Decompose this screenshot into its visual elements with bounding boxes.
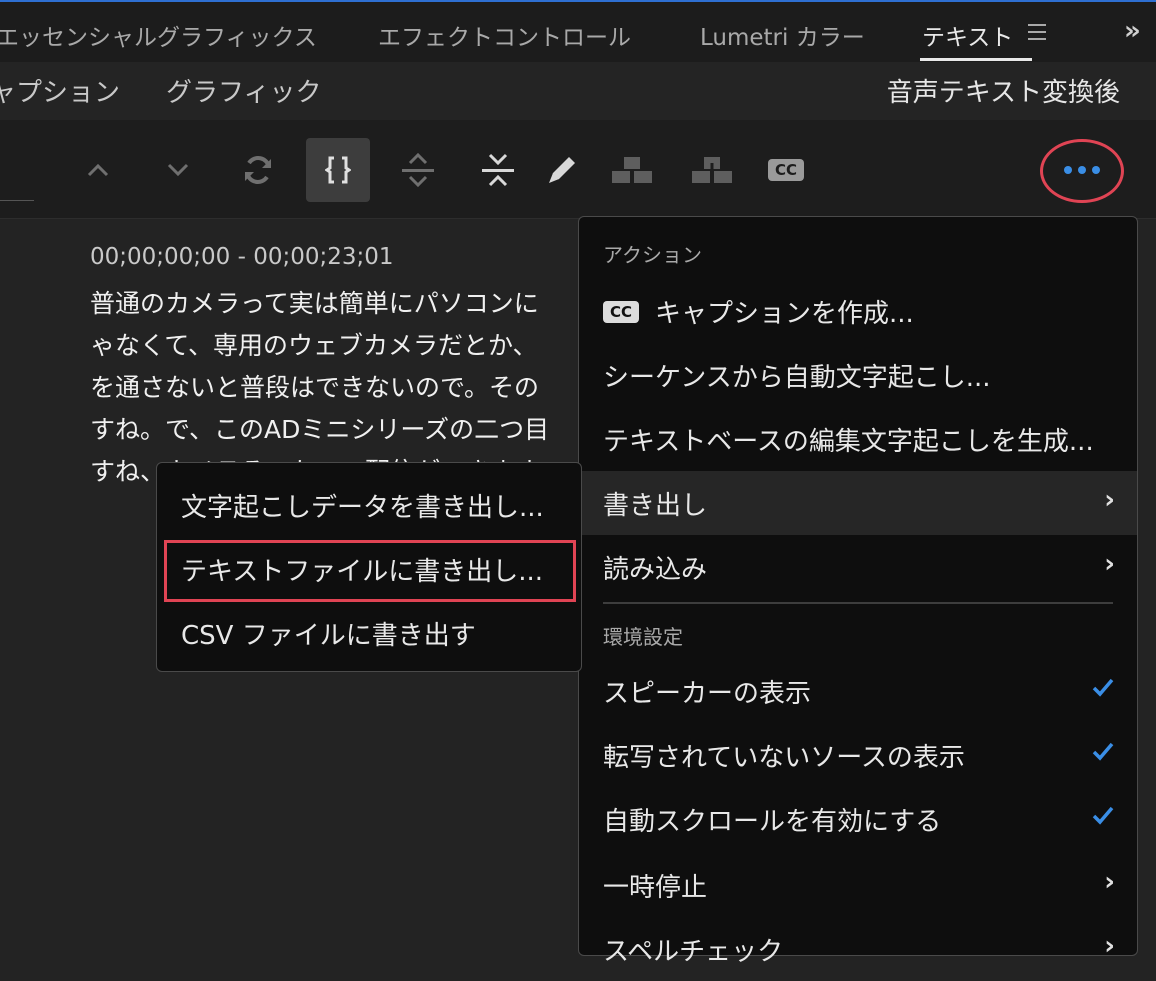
menu-item-spell-check[interactable]: スペルチェック › (579, 917, 1137, 981)
panel-overflow-icon[interactable]: » (1124, 16, 1141, 46)
more-options-icon[interactable] (1064, 166, 1100, 174)
menu-item-label: シーケンスから自動文字起こし... (603, 363, 991, 393)
menu-item-auto-scroll[interactable]: 自動スクロールを有効にする (579, 787, 1137, 851)
actions-section-header: アクション (603, 243, 702, 267)
menu-item-show-untranscribed[interactable]: 転写されていないソースの表示 (579, 723, 1137, 787)
expand-icon[interactable] (386, 138, 450, 202)
menu-item-label: 文字起こしデータを書き出し... (181, 493, 544, 523)
tab-effect-controls[interactable]: エフェクトコントロール (378, 18, 631, 52)
menu-item-label: スペルチェック (603, 937, 784, 967)
menu-item-export[interactable]: 書き出し › (579, 471, 1137, 535)
checkmark-icon (1092, 678, 1114, 697)
pencil-icon[interactable] (530, 138, 594, 202)
menu-item-label: 一時停止 (603, 873, 708, 903)
menu-item-label: 読み込み (603, 555, 708, 585)
menu-item-label: キャプションを作成... (655, 299, 914, 329)
transcript-line[interactable]: を通さないと普段はできないので。その (90, 368, 539, 404)
tab-text[interactable]: テキスト (922, 18, 1013, 52)
submenu-arrow-icon: › (1104, 867, 1115, 897)
menu-item-label: 転写されていないソースの表示 (603, 743, 965, 773)
menu-item-label: 書き出し (603, 491, 708, 521)
tab-lumetri-color[interactable]: Lumetri カラー (700, 18, 865, 52)
refresh-icon[interactable] (226, 138, 290, 202)
tab-graphics[interactable]: グラフィック (166, 72, 321, 109)
menu-item-label: CSV ファイルに書き出す (181, 621, 476, 651)
transcript-line[interactable]: 普通のカメラって実は簡単にパソコンに (90, 284, 539, 320)
sequence-title: 音声テキスト変換後 (886, 78, 1120, 108)
panel-menu-icon[interactable] (1028, 24, 1046, 45)
segment-timecode: 00;00;00;00 - 00;00;23;01 (90, 244, 394, 270)
tab-captions[interactable]: キャプション (0, 72, 120, 109)
split-speaker-icon[interactable] (680, 138, 744, 202)
menu-item-label: 自動スクロールを有効にする (603, 807, 942, 837)
export-text-file-highlight (164, 540, 576, 602)
preferences-section-header: 環境設定 (603, 625, 683, 649)
menu-item-import[interactable]: 読み込み › (579, 535, 1137, 599)
collapse-icon[interactable] (466, 138, 530, 202)
menu-item-show-speakers[interactable]: スピーカーの表示 (579, 659, 1137, 723)
menu-item-label: テキストベースの編集文字起こしを生成... (603, 427, 1094, 457)
chevron-up-icon[interactable] (66, 138, 130, 202)
menu-item-export-csv[interactable]: CSV ファイルに書き出す (157, 601, 581, 665)
menu-separator (603, 602, 1113, 604)
submenu-arrow-icon: › (1104, 931, 1115, 961)
transcript-line[interactable]: ゃなくて、専用のウェブカメラだとか、 (90, 326, 538, 362)
search-field[interactable] (0, 200, 34, 201)
menu-item-generate-transcript[interactable]: テキストベースの編集文字起こしを生成... (579, 407, 1137, 471)
tab-essential-graphics[interactable]: エッセンシャルグラフィックス (0, 18, 317, 52)
chevron-down-icon[interactable] (146, 138, 210, 202)
menu-item-export-transcript[interactable]: 文字起こしデータを書き出し... (157, 473, 581, 537)
cc-icon[interactable]: CC (754, 138, 818, 202)
merge-speaker-icon[interactable] (600, 138, 664, 202)
transcript-line[interactable]: すね。で、このADミニシリーズの二つ目 (90, 410, 549, 446)
cc-icon: CC (603, 301, 639, 323)
submenu-arrow-icon: › (1104, 485, 1115, 515)
checkmark-icon (1092, 806, 1114, 825)
menu-item-pause[interactable]: 一時停止 › (579, 853, 1137, 917)
menu-item-label: スピーカーの表示 (603, 679, 812, 709)
checkmark-icon (1092, 742, 1114, 761)
active-tab-indicator (920, 58, 1032, 61)
submenu-arrow-icon: › (1104, 549, 1115, 579)
split-segment-icon[interactable] (306, 138, 370, 202)
more-options-menu: アクション CC キャプションを作成... シーケンスから自動文字起こし... … (578, 216, 1138, 967)
menu-item-create-captions[interactable]: CC キャプションを作成... (579, 279, 1137, 343)
menu-item-auto-transcribe[interactable]: シーケンスから自動文字起こし... (579, 343, 1137, 407)
